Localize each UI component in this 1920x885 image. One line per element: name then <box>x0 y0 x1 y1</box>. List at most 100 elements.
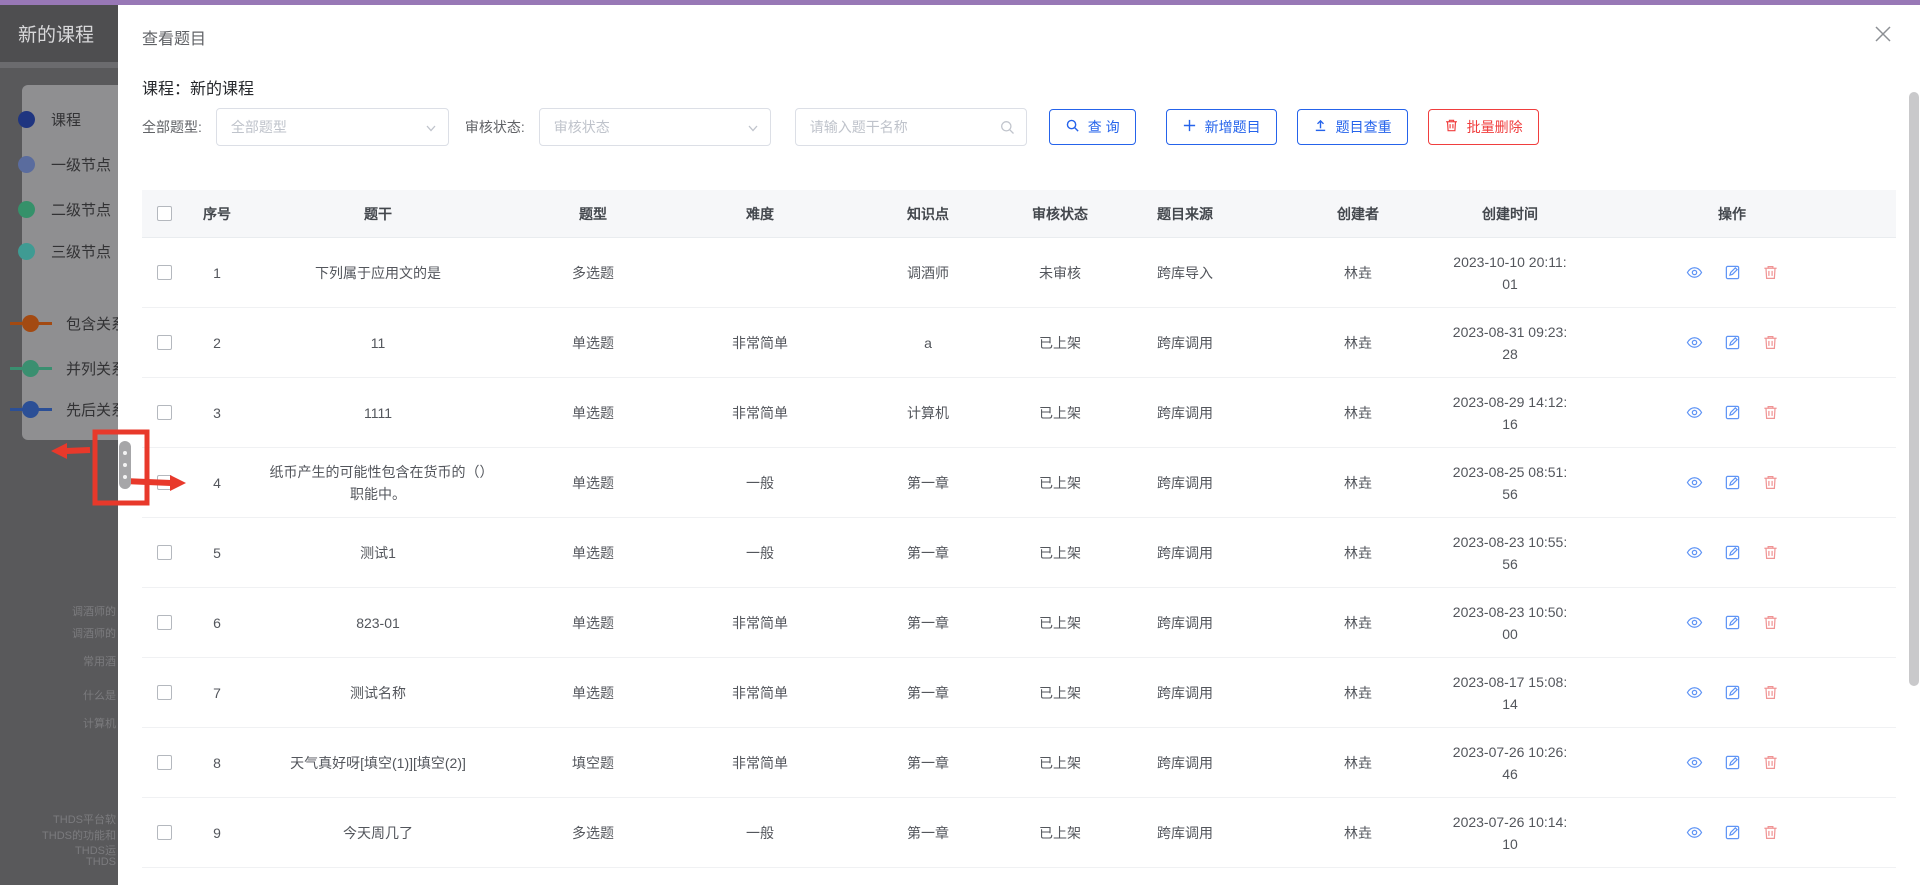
view-icon[interactable] <box>1686 544 1703 561</box>
cell-type: 单选题 <box>508 542 678 564</box>
edit-icon[interactable] <box>1724 614 1741 631</box>
cell-source: 跨库调用 <box>1106 472 1264 494</box>
delete-icon[interactable] <box>1762 264 1779 281</box>
column-header: 题目来源 <box>1106 203 1264 225</box>
edit-icon[interactable] <box>1724 544 1741 561</box>
delete-icon[interactable] <box>1762 614 1779 631</box>
cell-no: 5 <box>186 542 248 564</box>
edit-icon[interactable] <box>1724 264 1741 281</box>
cell-knowledge: 第一章 <box>842 822 1014 844</box>
column-header: 创建者 <box>1264 203 1452 225</box>
row-checkbox[interactable] <box>157 335 172 350</box>
delete-icon[interactable] <box>1762 824 1779 841</box>
chevron-down-icon <box>424 121 438 140</box>
cell-knowledge: 第一章 <box>842 682 1014 704</box>
background-faint-text: THDS平台软 <box>53 811 116 827</box>
cell-creator: 林垚 <box>1264 612 1452 634</box>
cell-created: 2023-08-31 09:23:28 <box>1452 321 1568 365</box>
cell-stem: 今天周几了 <box>248 822 508 844</box>
stem-search-input[interactable]: 请输入题干名称 <box>795 108 1027 146</box>
cell-stem: 823-01 <box>248 612 508 634</box>
view-icon[interactable] <box>1686 684 1703 701</box>
cell-source: 跨库调用 <box>1106 542 1264 564</box>
filter-toolbar: 全部题型: 全部题型 审核状态: 审核状态 请输入题干名称 查 询 <box>142 108 1539 146</box>
cell-difficulty: 非常简单 <box>678 402 842 424</box>
cell-source: 跨库导入 <box>1106 262 1264 284</box>
review-status-label: 审核状态: <box>465 117 525 137</box>
row-checkbox[interactable] <box>157 615 172 630</box>
cell-actions <box>1568 614 1896 631</box>
cell-created: 2023-07-26 10:26:46 <box>1452 741 1568 785</box>
row-checkbox[interactable] <box>157 405 172 420</box>
query-button[interactable]: 查 询 <box>1049 109 1136 145</box>
row-checkbox[interactable] <box>157 685 172 700</box>
close-icon[interactable] <box>1872 23 1894 45</box>
row-checkbox[interactable] <box>157 475 172 490</box>
background-toolbar-strip <box>0 62 118 68</box>
view-icon[interactable] <box>1686 474 1703 491</box>
view-icon[interactable] <box>1686 404 1703 421</box>
review-status-select[interactable]: 审核状态 <box>539 108 771 146</box>
column-header: 创建时间 <box>1452 203 1568 225</box>
dedupe-button[interactable]: 题目查重 <box>1297 109 1408 145</box>
cell-no: 6 <box>186 612 248 634</box>
legend-node-item: 一级节点 <box>18 154 111 175</box>
legend-node-item: 二级节点 <box>18 199 111 220</box>
modal-scrollbar-thumb[interactable] <box>1909 92 1919 686</box>
cell-actions <box>1568 684 1896 701</box>
delete-icon[interactable] <box>1762 474 1779 491</box>
row-checkbox[interactable] <box>157 265 172 280</box>
edit-icon[interactable] <box>1724 334 1741 351</box>
row-checkbox[interactable] <box>157 755 172 770</box>
edit-icon[interactable] <box>1724 404 1741 421</box>
background-faint-text: THDS <box>86 856 116 868</box>
delete-icon[interactable] <box>1762 754 1779 771</box>
cell-status: 已上架 <box>1014 542 1106 564</box>
view-icon[interactable] <box>1686 824 1703 841</box>
legend-relation-item: 并列关系 <box>10 358 118 379</box>
view-icon[interactable] <box>1686 334 1703 351</box>
row-checkbox[interactable] <box>157 825 172 840</box>
delete-icon[interactable] <box>1762 544 1779 561</box>
delete-icon[interactable] <box>1762 404 1779 421</box>
cell-type: 单选题 <box>508 332 678 354</box>
edit-icon[interactable] <box>1724 474 1741 491</box>
row-checkbox[interactable] <box>157 545 172 560</box>
edit-icon[interactable] <box>1724 754 1741 771</box>
cell-type: 单选题 <box>508 402 678 424</box>
edit-icon[interactable] <box>1724 824 1741 841</box>
cell-difficulty: 一般 <box>678 822 842 844</box>
cell-difficulty: 非常简单 <box>678 752 842 774</box>
cell-no: 3 <box>186 402 248 424</box>
cell-type: 单选题 <box>508 472 678 494</box>
cell-actions <box>1568 404 1896 421</box>
plus-icon <box>1182 118 1197 136</box>
cell-created: 2023-07-26 10:14:10 <box>1452 811 1568 855</box>
view-icon[interactable] <box>1686 614 1703 631</box>
legend-relation-label: 并列关系 <box>66 358 118 379</box>
view-icon[interactable] <box>1686 264 1703 281</box>
cell-difficulty: 一般 <box>678 472 842 494</box>
edit-icon[interactable] <box>1724 684 1741 701</box>
question-type-select[interactable]: 全部题型 <box>216 108 449 146</box>
cell-knowledge: 调酒师 <box>842 262 1014 284</box>
delete-icon[interactable] <box>1762 334 1779 351</box>
legend-node-dot <box>18 111 35 128</box>
cell-difficulty: 非常简单 <box>678 332 842 354</box>
column-header: 题干 <box>248 203 508 225</box>
batch-delete-button[interactable]: 批量删除 <box>1428 109 1539 145</box>
view-icon[interactable] <box>1686 754 1703 771</box>
view-questions-modal: 查看题目 课程：新的课程 全部题型: 全部题型 审核状态: 审核状态 请输入题干… <box>118 5 1920 885</box>
legend-relation-glyph <box>10 360 52 377</box>
column-header: 操作 <box>1568 203 1896 225</box>
cell-source: 跨库调用 <box>1106 332 1264 354</box>
batch-delete-button-label: 批量删除 <box>1467 117 1523 137</box>
column-header: 序号 <box>186 203 248 225</box>
drag-handle[interactable] <box>119 441 131 489</box>
select-all-checkbox[interactable] <box>157 206 172 221</box>
cell-stem: 测试1 <box>248 542 508 564</box>
legend-node-dot <box>18 156 35 173</box>
delete-icon[interactable] <box>1762 684 1779 701</box>
add-question-button[interactable]: 新增题目 <box>1166 109 1277 145</box>
table-row: 4纸币产生的可能性包含在货币的（）职能中。单选题一般第一章已上架跨库调用林垚20… <box>142 448 1896 518</box>
